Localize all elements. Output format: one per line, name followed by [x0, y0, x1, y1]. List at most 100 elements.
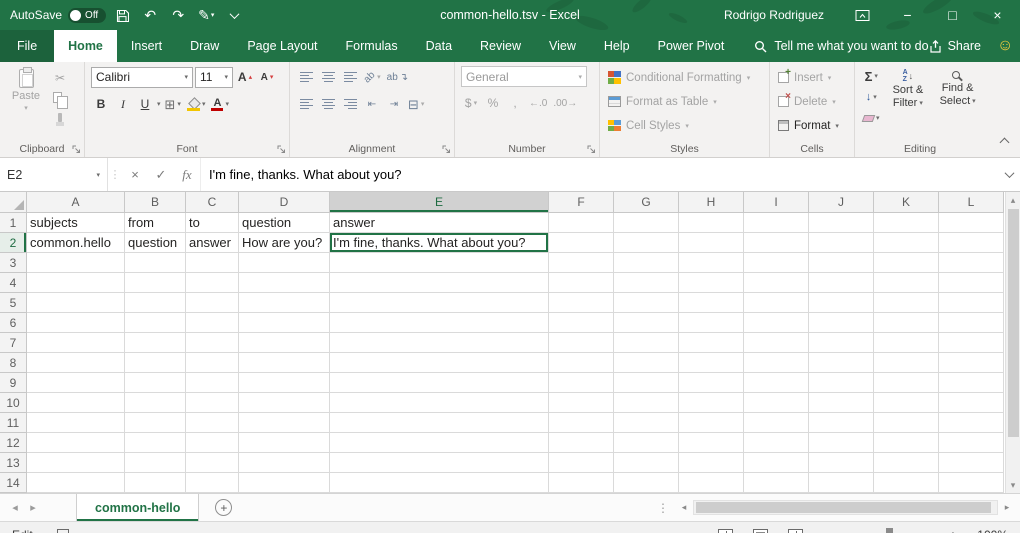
cell-D13[interactable]: [239, 453, 330, 473]
cell-K6[interactable]: [874, 313, 939, 333]
cell-H1[interactable]: [679, 213, 744, 233]
cell-I10[interactable]: [744, 393, 809, 413]
cell-E13[interactable]: [330, 453, 549, 473]
delete-cells-button[interactable]: Delete ▾: [776, 90, 850, 113]
cell-F11[interactable]: [549, 413, 614, 433]
cell-F1[interactable]: [549, 213, 614, 233]
cell-I5[interactable]: [744, 293, 809, 313]
cell-G9[interactable]: [614, 373, 679, 393]
cell-C3[interactable]: [186, 253, 239, 273]
font-size-select[interactable]: 11 ▾: [195, 67, 233, 88]
cell-L6[interactable]: [939, 313, 1004, 333]
cell-G2[interactable]: [614, 233, 679, 253]
row-header-4[interactable]: 4: [0, 273, 27, 293]
cell-B2[interactable]: question: [125, 233, 186, 253]
cell-E12[interactable]: [330, 433, 549, 453]
column-header-B[interactable]: B: [125, 192, 186, 213]
cell-F13[interactable]: [549, 453, 614, 473]
cell-L7[interactable]: [939, 333, 1004, 353]
cell-L2[interactable]: [939, 233, 1004, 253]
formula-bar-handle[interactable]: ⋮: [108, 158, 122, 191]
page-layout-view-button[interactable]: [753, 529, 768, 533]
conditional-formatting-button[interactable]: Conditional Formatting ▾: [606, 66, 765, 89]
format-cells-button[interactable]: Format ▾: [776, 114, 850, 137]
cell-J2[interactable]: [809, 233, 874, 253]
tab-view[interactable]: View: [535, 30, 590, 62]
previous-sheet-button[interactable]: ◂: [6, 501, 24, 514]
cell-H10[interactable]: [679, 393, 744, 413]
cell-E10[interactable]: [330, 393, 549, 413]
fill-button[interactable]: ↓▾: [861, 87, 882, 107]
autosave-toggle[interactable]: Off: [68, 8, 106, 23]
wrap-text-button[interactable]: ab↴: [385, 66, 411, 88]
page-break-view-button[interactable]: [788, 529, 803, 533]
cell-D14[interactable]: [239, 473, 330, 493]
cell-H13[interactable]: [679, 453, 744, 473]
column-header-I[interactable]: I: [744, 192, 809, 213]
cell-H11[interactable]: [679, 413, 744, 433]
cell-A2[interactable]: common.hello: [27, 233, 125, 253]
cell-K3[interactable]: [874, 253, 939, 273]
cell-B4[interactable]: [125, 273, 186, 293]
cell-D7[interactable]: [239, 333, 330, 353]
cell-C7[interactable]: [186, 333, 239, 353]
cell-D2[interactable]: How are you?: [239, 233, 330, 253]
row-header-5[interactable]: 5: [0, 293, 27, 313]
cell-L4[interactable]: [939, 273, 1004, 293]
ribbon-display-options-button[interactable]: [840, 0, 885, 30]
cell-C4[interactable]: [186, 273, 239, 293]
tab-data[interactable]: Data: [412, 30, 466, 62]
cell-B7[interactable]: [125, 333, 186, 353]
insert-cells-button[interactable]: Insert ▾: [776, 66, 850, 89]
scroll-down-button[interactable]: ▾: [1011, 479, 1016, 491]
cell-F10[interactable]: [549, 393, 614, 413]
column-header-E[interactable]: E: [330, 192, 549, 213]
row-header-1[interactable]: 1: [0, 213, 27, 233]
row-header-11[interactable]: 11: [0, 413, 27, 433]
cell-H6[interactable]: [679, 313, 744, 333]
redo-button[interactable]: ↷: [166, 2, 190, 28]
cell-G6[interactable]: [614, 313, 679, 333]
tell-me-box[interactable]: Tell me what you want to do: [754, 30, 928, 62]
cell-G13[interactable]: [614, 453, 679, 473]
cell-H3[interactable]: [679, 253, 744, 273]
cell-K8[interactable]: [874, 353, 939, 373]
cell-E1[interactable]: answer: [330, 213, 549, 233]
cell-A11[interactable]: [27, 413, 125, 433]
cell-D8[interactable]: [239, 353, 330, 373]
cell-H5[interactable]: [679, 293, 744, 313]
cell-K12[interactable]: [874, 433, 939, 453]
bottom-align-button[interactable]: [340, 66, 360, 88]
feedback-smiley-icon[interactable]: ☺: [997, 38, 1013, 54]
shrink-font-button[interactable]: A▾: [257, 66, 277, 88]
cell-B13[interactable]: [125, 453, 186, 473]
tab-home[interactable]: Home: [54, 30, 117, 62]
underline-button[interactable]: U: [135, 93, 155, 115]
cell-L11[interactable]: [939, 413, 1004, 433]
cell-J12[interactable]: [809, 433, 874, 453]
row-header-3[interactable]: 3: [0, 253, 27, 273]
zoom-in-button[interactable]: +: [946, 527, 960, 533]
decrease-decimal-button[interactable]: .00→: [551, 92, 579, 114]
alignment-dialog-launcher[interactable]: [440, 143, 452, 155]
cell-L1[interactable]: [939, 213, 1004, 233]
customize-quick-access-button[interactable]: [222, 2, 246, 28]
row-header-13[interactable]: 13: [0, 453, 27, 473]
zoom-out-button[interactable]: −: [818, 527, 832, 533]
cell-B6[interactable]: [125, 313, 186, 333]
cell-G4[interactable]: [614, 273, 679, 293]
accounting-format-button[interactable]: $▾: [461, 92, 481, 114]
close-button[interactable]: ×: [975, 0, 1020, 30]
cell-A1[interactable]: subjects: [27, 213, 125, 233]
cell-G11[interactable]: [614, 413, 679, 433]
cell-I14[interactable]: [744, 473, 809, 493]
cell-G10[interactable]: [614, 393, 679, 413]
cell-I3[interactable]: [744, 253, 809, 273]
scroll-up-button[interactable]: ▴: [1011, 194, 1016, 206]
column-header-J[interactable]: J: [809, 192, 874, 213]
collapse-ribbon-button[interactable]: [1001, 135, 1008, 149]
cell-J7[interactable]: [809, 333, 874, 353]
cell-J8[interactable]: [809, 353, 874, 373]
cell-F6[interactable]: [549, 313, 614, 333]
row-header-9[interactable]: 9: [0, 373, 27, 393]
